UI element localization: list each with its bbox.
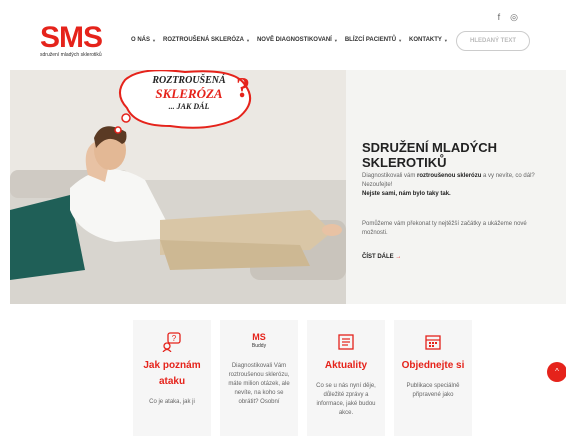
calendar-svg (425, 335, 441, 350)
bubble-line-2: SKLERÓZA (155, 86, 223, 101)
card-aktuality[interactable]: Aktuality Co se u nás nyní děje, důležit… (307, 320, 385, 436)
hero-description: Diagnostikovali vám roztroušenou skleróz… (362, 172, 558, 199)
chevron-down-icon: ▼ (443, 37, 448, 43)
nav-label: KONTAKTY (409, 37, 442, 43)
nav-label: BLÍZCÍ PACIENTŮ (344, 37, 397, 43)
bubble-line-3: ... JAK DÁL (168, 102, 210, 111)
nav-item-blizci-pacientu[interactable]: BLÍZCÍ PACIENTŮ ▼ (345, 37, 402, 43)
card-objednejte-si[interactable]: Objednejte si Publikace speciálně připra… (394, 320, 472, 436)
facebook-icon[interactable]: f (498, 12, 501, 23)
card-jak-poznam-ataku[interactable]: ? Jak poznám ataku Co je ataka, jak ji (133, 320, 211, 436)
card-text: Co je ataka, jak ji (149, 399, 195, 405)
site-logo[interactable]: SMS sdružení mladých sklerotiků (40, 21, 122, 62)
nav-item-o-nas[interactable]: O NÁS ▼ (131, 37, 156, 43)
question-bubble-svg: ? (162, 332, 181, 352)
card-title: Aktuality (324, 360, 368, 371)
buddy-logo-sub: Buddy (251, 343, 267, 349)
read-more-link[interactable]: ČÍST DÁLE → (362, 254, 401, 260)
main-navigation: O NÁS ▼ ROZTROUŠENÁ SKLERÓZA ▼ NOVĚ DIAGNO… (131, 37, 448, 43)
thought-bubble-text: ROZTROUŠENÁ SKLERÓZA ... JAK DÁL (134, 74, 244, 113)
read-more-label: ČÍST DÁLE (362, 254, 394, 260)
question-mark: ? (236, 73, 250, 104)
scroll-to-top-button[interactable]: ^ (547, 362, 566, 382)
card-text: Publikace speciálně připravené jako (406, 383, 460, 398)
nav-label: NOVĚ DIAGNOSTIKOVANÍ (256, 37, 332, 43)
card-text: Co se u nás nyní děje, důležité zprávy a… (316, 383, 376, 416)
nav-label: ROZTROUŠENÁ SKLERÓZA (162, 37, 244, 43)
card-title: Objednejte si (401, 360, 465, 371)
chevron-down-icon: ▼ (245, 37, 250, 43)
instagram-icon[interactable]: ◎ (510, 12, 518, 23)
ms-buddy-logo: MS Buddy (220, 330, 298, 354)
chevron-down-icon: ▼ (152, 37, 156, 43)
hero-section: ROZTROUŠENÁ SKLERÓZA ... JAK DÁL ? SDRUŽ… (10, 70, 566, 304)
logo-mark: SMS (40, 21, 103, 54)
newspaper-icon (307, 330, 385, 354)
hero-text-lead: Diagnostikovali vám (362, 173, 418, 179)
hero-text-bold: roztroušenou sklerózu (417, 173, 482, 179)
hero-title: SDRUŽENÍ MLADÝCH SKLEROTIKŮ (362, 140, 498, 170)
hero-panel: SDRUŽENÍ MLADÝCH SKLEROTIKŮ Diagnostikov… (346, 70, 566, 304)
chevron-down-icon: ▼ (333, 37, 338, 43)
buddy-logo-text: MS Buddy (252, 333, 266, 351)
feature-cards: ? Jak poznám ataku Co je ataka, jak ji M… (133, 320, 472, 436)
nav-label: O NÁS (131, 37, 151, 43)
nav-item-kontakty[interactable]: KONTAKTY ▼ (409, 37, 448, 43)
search-input[interactable]: HLEDANÝ TEXT (456, 31, 530, 51)
card-title: Jak poznám ataku (143, 360, 201, 387)
svg-text:?: ? (172, 334, 177, 343)
card-text: Diagnostikovali Vám roztroušenou skleróz… (228, 363, 290, 405)
nav-item-roztrousena-skleroza[interactable]: ROZTROUŠENÁ SKLERÓZA ▼ (163, 37, 250, 43)
newspaper-svg (338, 334, 354, 350)
hero-description-2: Pomůžeme vám překonat ty nejtěžší začátk… (362, 221, 527, 236)
logo-subtitle: sdružení mladých sklerotiků (40, 52, 102, 58)
buddy-logo-mark: MS (252, 332, 266, 342)
question-bubble-icon: ? (133, 330, 211, 354)
site-header: SMS sdružení mladých sklerotiků O NÁS ▼ R… (0, 0, 566, 70)
calendar-icon (394, 330, 472, 354)
arrow-right-icon: → (395, 254, 402, 260)
hero-text-strong: Nejste sami, nám bylo taky tak. (362, 191, 451, 197)
social-links: f ◎ (498, 12, 518, 23)
nav-item-nove-diagnostikovani[interactable]: NOVĚ DIAGNOSTIKOVANÍ ▼ (257, 37, 338, 43)
hero-image: ROZTROUŠENÁ SKLERÓZA ... JAK DÁL ? (10, 70, 346, 304)
chevron-down-icon: ▼ (398, 37, 403, 43)
card-ms-buddy[interactable]: MS Buddy Diagnostikovali Vám roztroušeno… (220, 320, 298, 436)
